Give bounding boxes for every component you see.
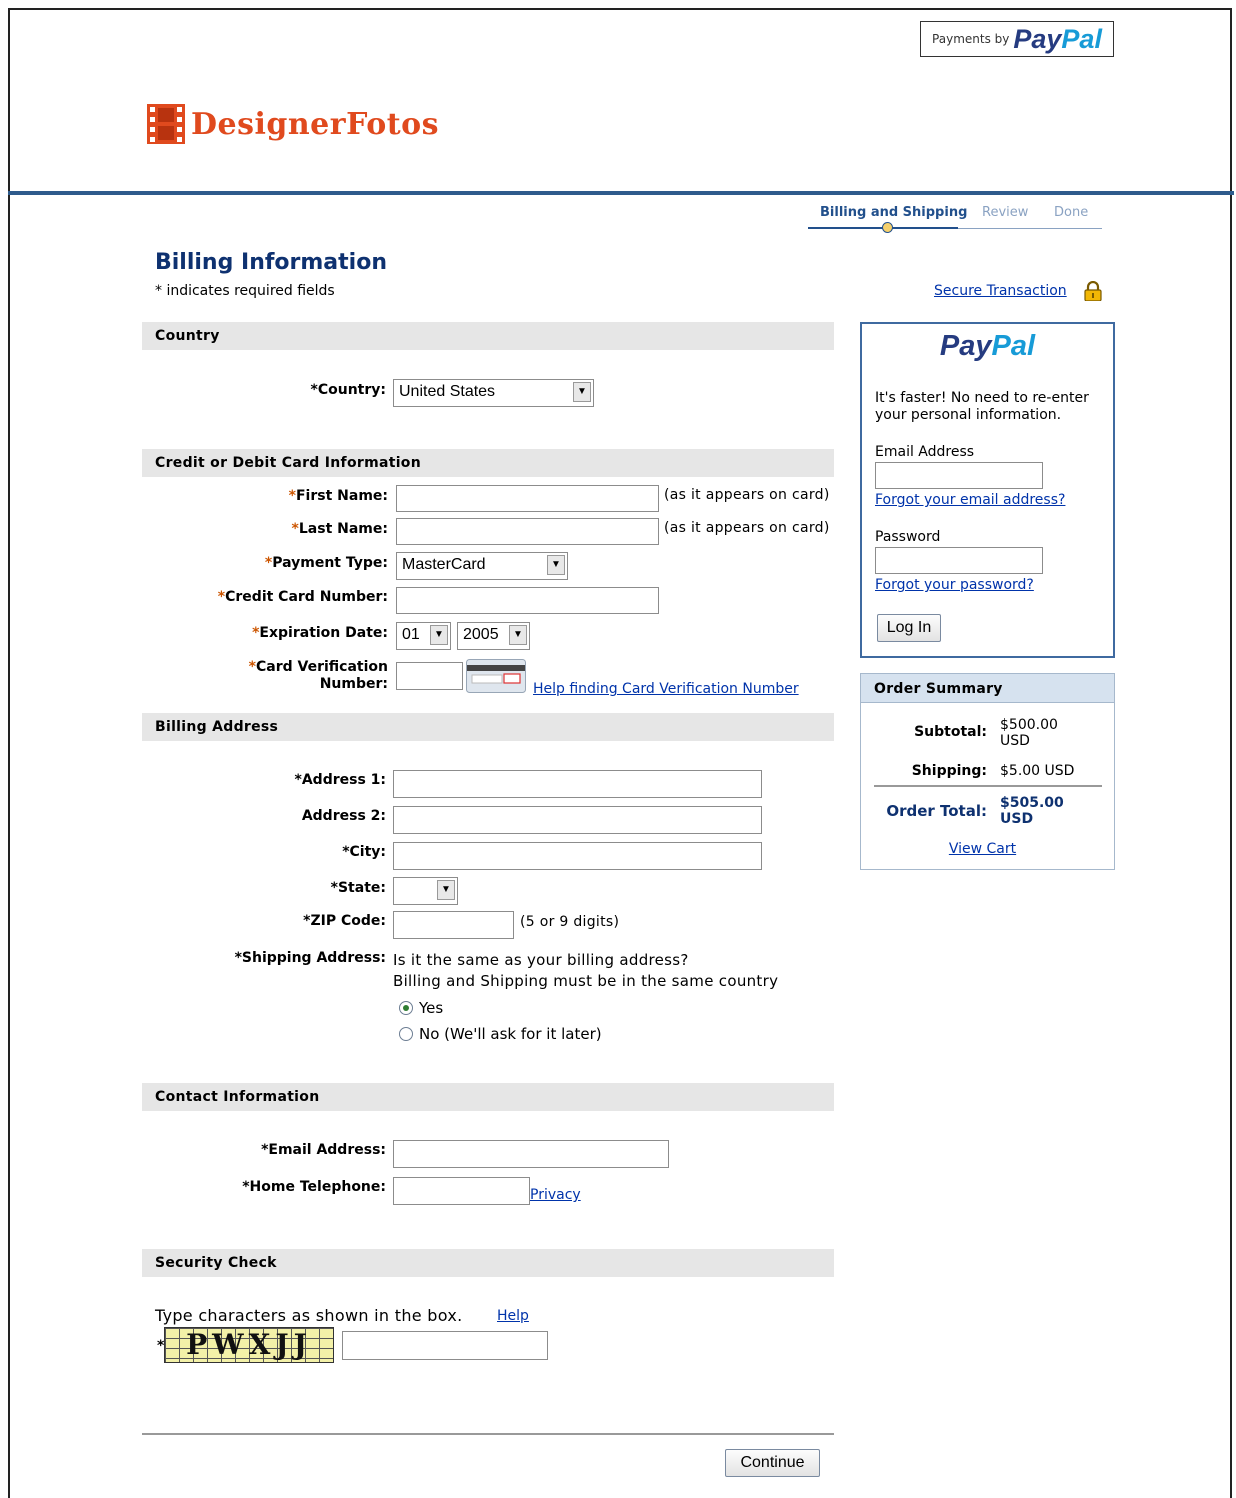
header-divider (8, 191, 1234, 195)
subtotal-value: $500.00 USD (1000, 717, 1058, 749)
address1-label: *Address 1: (294, 772, 386, 788)
view-cart-link[interactable]: View Cart (861, 841, 1104, 857)
paypal-login-panel: PayPal It's faster! No need to re-enter … (860, 322, 1115, 658)
phone-label: *Home Telephone: (242, 1179, 386, 1195)
last-name-input[interactable] (396, 518, 659, 545)
login-intro: It's faster! No need to re-enter your pe… (875, 390, 1089, 423)
login-password-input[interactable] (875, 547, 1043, 574)
footer-divider (142, 1433, 834, 1435)
order-total-label: Order Total: (886, 802, 987, 820)
shipping-question: Is it the same as your billing address? … (393, 951, 779, 990)
badge-prefix: Payments by (932, 32, 1010, 46)
login-email-label: Email Address (875, 444, 975, 460)
captcha-instruction: Type characters as shown in the box. (155, 1306, 463, 1325)
cvv-help-link[interactable]: Help finding Card Verification Number (533, 681, 799, 697)
paypal-logo: PayPal (1013, 23, 1102, 54)
state-select[interactable]: ▼ (393, 877, 458, 905)
captcha-help-link[interactable]: Help (497, 1308, 529, 1324)
shipping-no-radio[interactable] (399, 1027, 413, 1041)
phone-input[interactable] (393, 1177, 530, 1205)
payment-type-select[interactable]: MasterCard ▼ (396, 552, 568, 580)
step-review: Review (982, 205, 1029, 220)
subtotal-label: Subtotal: (914, 724, 987, 740)
exp-month-select[interactable]: 01 ▼ (396, 622, 451, 650)
email-input[interactable] (393, 1140, 669, 1168)
country-select-value: United States (399, 383, 496, 400)
order-total-value: $505.00 USD (1000, 795, 1064, 827)
first-name-label: *First Name: (288, 488, 388, 504)
address2-input[interactable] (393, 806, 762, 834)
state-label: *State: (330, 880, 386, 896)
secure-transaction-link[interactable]: Secure Transaction (934, 283, 1067, 299)
step-done: Done (1054, 205, 1089, 220)
card-number-label: *Credit Card Number: (217, 589, 388, 605)
login-email-input[interactable] (875, 462, 1043, 489)
card-back-icon (466, 659, 526, 693)
required-note: * indicates required fields (155, 283, 335, 299)
exp-month-value: 01 (402, 626, 420, 643)
page-title: Billing Information (155, 250, 387, 275)
shipping-yes-radio[interactable] (399, 1001, 413, 1015)
shipping-no-label: No (We'll ask for it later) (419, 1025, 602, 1043)
card-number-input[interactable] (396, 587, 659, 614)
login-button[interactable]: Log In (877, 614, 941, 642)
progress-steps: Billing and Shipping Review Done (808, 205, 1102, 233)
privacy-link[interactable]: Privacy (530, 1187, 581, 1203)
login-password-label: Password (875, 529, 941, 545)
continue-button[interactable]: Continue (725, 1449, 820, 1477)
shipping-cost-value: $5.00 USD (1000, 763, 1075, 779)
cvv-label: *Card Verification Number: (248, 659, 388, 692)
section-country-header: Country (142, 322, 834, 350)
address1-input[interactable] (393, 770, 762, 798)
cvv-input[interactable] (396, 662, 463, 690)
summary-divider (874, 785, 1102, 787)
payment-type-label: *Payment Type: (264, 555, 388, 571)
city-label: *City: (342, 844, 386, 860)
payments-by-paypal-badge: Payments by PayPal (920, 21, 1114, 57)
merchant-logo: DesignerFotos (147, 104, 439, 144)
payment-type-value: MasterCard (402, 556, 486, 573)
chevron-down-icon: ▼ (573, 382, 591, 402)
section-security-header: Security Check (142, 1249, 834, 1277)
shipping-address-label: *Shipping Address: (234, 950, 386, 966)
captcha-image: PWXJJ (164, 1327, 334, 1363)
country-label: *Country: (310, 382, 386, 398)
zip-note: (5 or 9 digits) (520, 914, 620, 930)
film-strip-icon (147, 104, 185, 144)
captcha-input[interactable] (342, 1331, 548, 1360)
shipping-cost-label: Shipping: (911, 763, 987, 779)
last-name-note: (as it appears on card) (664, 520, 830, 536)
forgot-password-link[interactable]: Forgot your password? (875, 577, 1034, 593)
chevron-down-icon: ▼ (437, 880, 455, 900)
forgot-email-link[interactable]: Forgot your email address? (875, 492, 1065, 508)
exp-year-select[interactable]: 2005 ▼ (457, 622, 530, 650)
chevron-down-icon: ▼ (430, 625, 448, 645)
lock-icon (1084, 281, 1102, 301)
country-select[interactable]: United States ▼ (393, 379, 594, 407)
first-name-input[interactable] (396, 485, 659, 512)
paypal-logo: PayPal (939, 330, 1036, 362)
zip-input[interactable] (393, 911, 514, 939)
expiration-label: *Expiration Date: (252, 625, 388, 641)
exp-year-value: 2005 (463, 626, 499, 643)
current-step-marker (882, 222, 893, 233)
order-summary-header: Order Summary (860, 673, 1115, 703)
merchant-name: DesignerFotos (191, 106, 439, 142)
order-summary-panel: Subtotal: $500.00 USD Shipping: $5.00 USD… (860, 702, 1115, 870)
last-name-label: *Last Name: (291, 521, 388, 537)
city-input[interactable] (393, 842, 762, 870)
chevron-down-icon: ▼ (509, 625, 527, 645)
email-label: *Email Address: (261, 1142, 386, 1158)
section-billing-header: Billing Address (142, 713, 834, 741)
first-name-note: (as it appears on card) (664, 487, 830, 503)
step-billing-shipping: Billing and Shipping (820, 205, 968, 220)
section-contact-header: Contact Information (142, 1083, 834, 1111)
address2-label: Address 2: (301, 808, 386, 824)
zip-label: *ZIP Code: (303, 913, 386, 929)
section-card-header: Credit or Debit Card Information (142, 449, 834, 477)
chevron-down-icon: ▼ (547, 555, 565, 575)
shipping-yes-label: Yes (419, 999, 444, 1017)
